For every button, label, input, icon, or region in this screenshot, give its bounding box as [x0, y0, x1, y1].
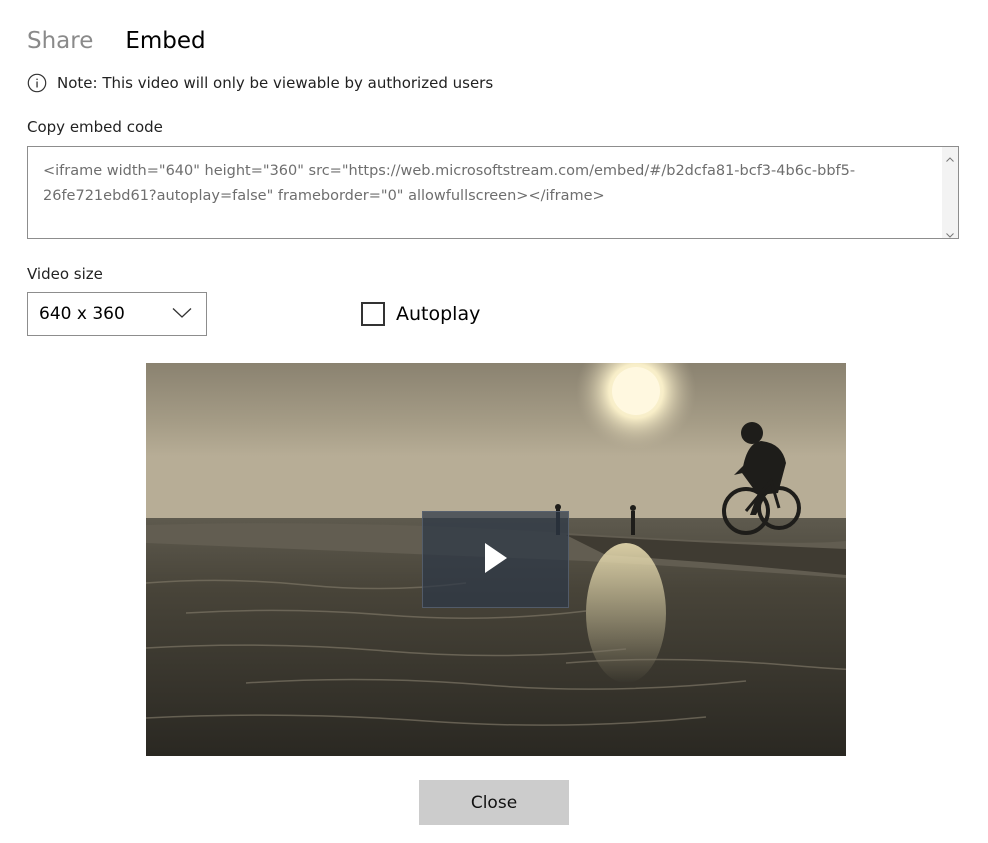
tab-share[interactable]: Share	[27, 28, 93, 54]
tab-bar: Share Embed	[27, 28, 206, 54]
close-button[interactable]: Close	[419, 780, 569, 825]
tab-embed[interactable]: Embed	[125, 28, 205, 54]
scroll-down-icon[interactable]	[945, 225, 955, 238]
play-icon	[483, 542, 509, 577]
video-size-value: 640 x 360	[39, 304, 125, 324]
authorization-note: Note: This video will only be viewable b…	[27, 73, 493, 93]
autoplay-checkbox[interactable]	[361, 302, 385, 326]
scrollbar[interactable]	[942, 147, 958, 238]
video-size-dropdown[interactable]: 640 x 360	[27, 292, 207, 336]
embed-code-field[interactable]: <iframe width="640" height="360" src="ht…	[28, 147, 943, 238]
chevron-down-icon	[172, 304, 192, 324]
embed-code-box: <iframe width="640" height="360" src="ht…	[27, 146, 959, 239]
embed-code-label: Copy embed code	[27, 118, 163, 136]
play-button[interactable]	[422, 511, 569, 608]
autoplay-option[interactable]: Autoplay	[361, 302, 480, 326]
info-icon	[27, 73, 47, 93]
video-size-label: Video size	[27, 265, 103, 283]
note-text: Note: This video will only be viewable b…	[57, 74, 494, 92]
autoplay-label: Autoplay	[396, 303, 481, 325]
scroll-up-icon[interactable]	[945, 150, 955, 162]
video-preview[interactable]	[146, 363, 846, 756]
